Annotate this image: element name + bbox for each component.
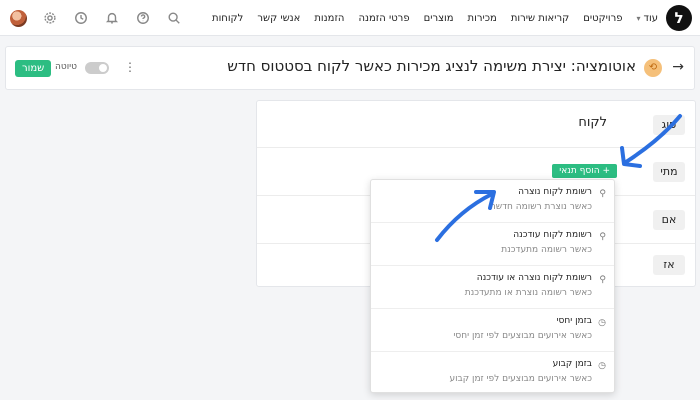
trigger-dropdown: ⚲ רשומת לקוח נוצרה כאשר נוצרת רשומה חדשה…: [370, 179, 615, 393]
nav-item-more[interactable]: עוד ▾: [637, 13, 658, 24]
dropdown-item-title: בזמן קבוע: [552, 359, 592, 369]
help-icon[interactable]: [134, 10, 151, 27]
nav-item-sales[interactable]: מכירות: [468, 13, 497, 24]
more-options-icon[interactable]: ⋮: [124, 60, 136, 74]
if-label: אם: [653, 210, 685, 230]
dropdown-item-fixed-time[interactable]: ◷ בזמן קבוע כאשר אירועים מבוצעים לפי זמן…: [371, 352, 614, 395]
dropdown-item-subtitle: כאשר רשומה מתעדכנת: [501, 245, 592, 255]
nav-item-customers[interactable]: לקוחות: [212, 13, 243, 24]
nav-item-orders[interactable]: הזמנות: [314, 13, 344, 24]
dropdown-item-subtitle: כאשר אירועים מבוצעים לפי זמן יחסי: [453, 331, 592, 341]
dropdown-item-subtitle: כאשר נוצרת רשומה חדשה: [489, 202, 592, 212]
dropdown-item-title: רשומת לקוח עודכנה: [513, 230, 592, 240]
dropdown-item-record-created[interactable]: ⚲ רשומת לקוח נוצרה כאשר נוצרת רשומה חדשה: [371, 180, 614, 223]
dropdown-item-title: בזמן יחסי: [556, 316, 593, 326]
when-label: מתי: [653, 162, 685, 182]
nav-item-contacts[interactable]: אנשי קשר: [257, 13, 300, 24]
draft-label: טיוטה: [55, 62, 78, 72]
avatar[interactable]: [10, 9, 27, 27]
clock-icon: ◷: [598, 318, 606, 328]
nav-item-order-details[interactable]: פרטי הזמנה: [358, 13, 409, 24]
pin-icon: ⚲: [599, 189, 606, 199]
dropdown-item-relative-time[interactable]: ◷ בזמן יחסי כאשר אירועים מבוצעים לפי זמן…: [371, 309, 614, 352]
bell-icon[interactable]: [103, 10, 120, 27]
dropdown-item-title: רשומת לקוח נוצרה או עודכנה: [476, 273, 592, 283]
type-value[interactable]: לקוח: [578, 115, 607, 130]
pin-icon: ⚲: [599, 275, 606, 285]
nav-item-projects[interactable]: פרויקטים: [583, 13, 622, 24]
top-navigation: ל לקוחות אנשי קשר הזמנות פרטי הזמנה מוצר…: [0, 0, 700, 36]
clock-icon: ◷: [598, 361, 606, 371]
save-button[interactable]: שמור: [15, 60, 52, 77]
nav-item-products[interactable]: מוצרים: [424, 13, 454, 24]
rule-row-type: סוג לקוח: [257, 101, 695, 148]
dropdown-item-record-created-or-updated[interactable]: ⚲ רשומת לקוח נוצרה או עודכנה כאשר רשומה …: [371, 266, 614, 309]
nav-item-service-calls[interactable]: קריאות שירות: [511, 13, 569, 24]
app-logo[interactable]: ל: [666, 5, 692, 31]
pin-icon: ⚲: [599, 232, 606, 242]
nav-icon-group: [10, 0, 182, 36]
chevron-down-icon: ▾: [636, 13, 641, 23]
search-icon[interactable]: [165, 10, 182, 27]
draft-toggle[interactable]: [85, 62, 109, 74]
nav-more-label: עוד: [643, 12, 658, 24]
automation-header: → ⟲ אוטומציה: יצירת משימה לנציג מכירות כ…: [5, 46, 695, 90]
dropdown-item-record-updated[interactable]: ⚲ רשומת לקוח עודכנה כאשר רשומה מתעדכנת: [371, 223, 614, 266]
clock-icon[interactable]: [72, 10, 89, 27]
add-condition-button[interactable]: + הוסף תנאי: [552, 164, 617, 178]
gear-icon[interactable]: [41, 10, 58, 27]
dropdown-item-subtitle: כאשר רשומה נוצרת או מתעדכנת: [464, 288, 592, 298]
dropdown-item-title: רשומת לקוח נוצרה: [518, 187, 592, 197]
dropdown-item-subtitle: כאשר אירועים מבוצעים לפי זמן קבוע: [449, 374, 592, 384]
automation-icon: ⟲: [644, 59, 662, 77]
type-label: סוג: [653, 115, 685, 135]
then-label: אז: [653, 255, 685, 275]
nav-menu: לקוחות אנשי קשר הזמנות פרטי הזמנה מוצרים…: [212, 0, 658, 36]
back-arrow-icon[interactable]: →: [672, 59, 684, 75]
page-title: אוטומציה: יצירת משימה לנציג מכירות כאשר …: [227, 57, 636, 75]
